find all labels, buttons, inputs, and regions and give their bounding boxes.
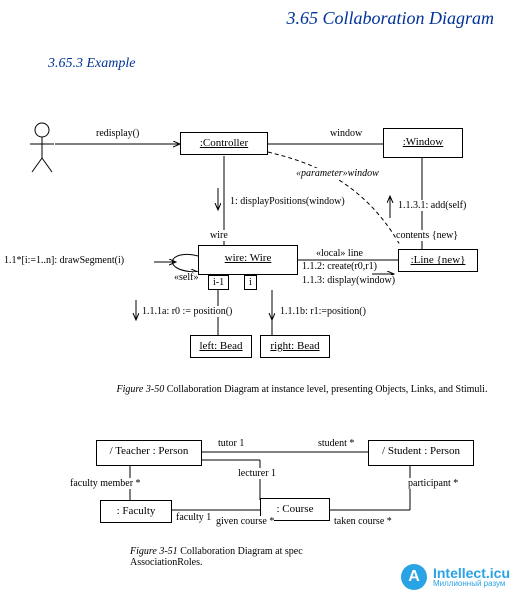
left-bead-label: left: Bead [199,340,242,352]
participant-label: participant * [408,478,458,489]
faculty-one-label: faculty 1 [176,512,211,523]
param-window-label: «parameter»window [296,168,379,179]
figure-2-number: Figure 3-51 [130,546,178,557]
student-mult-label: student * [318,438,354,449]
add-msg: 1.1.3.1: add(self) [398,200,466,211]
watermark: A Intellect.icu Миллионный разум [397,562,514,592]
student-role: / Student : Person [368,440,474,466]
figure-1-text: Collaboration Diagram at instance level,… [164,384,487,395]
redisplay-label: redisplay() [96,128,139,139]
local-line-label: «local» line [316,248,363,259]
controller-object: :Controller [180,132,268,155]
given-course-label: given course * [216,516,274,527]
figure-2-text-b: AssociationRoles. [130,557,203,568]
teacher-role: / Teacher : Person [96,440,202,466]
faculty-class: : Faculty [100,500,172,523]
figure-2-caption: Figure 3-51 Collaboration Diagram at spe… [130,546,390,568]
watermark-main: Intellect.icu [433,566,510,580]
faculty-member-label: faculty member * [70,478,141,489]
line-label: :Line {new} [411,254,466,266]
diagram-canvas [0,0,514,592]
figure-1-caption: Figure 3-50 Collaboration Diagram at ins… [112,384,492,395]
wire-assoc-label: wire [210,230,228,241]
figure-1-number: Figure 3-50 [117,384,165,395]
taken-course-label: taken course * [334,516,392,527]
r0-msg: 1.1.1a: r0 := position() [142,306,232,317]
qualifier-i: i [244,275,257,290]
right-bead-label: right: Bead [270,340,319,352]
draw-segment-msg: 1.1*[i:=1..n]: drawSegment(i) [4,255,124,266]
tutor-label: tutor 1 [218,438,244,449]
display-positions-msg: 1: displayPositions(window) [230,196,345,207]
r1-msg: 1.1.1b: r1:=position() [280,306,366,317]
controller-label: :Controller [200,137,248,149]
window-assoc-label: window [330,128,362,139]
page-title: 3.65 Collaboration Diagram [286,8,494,29]
display-msg: 1.1.3: display(window) [302,275,395,286]
window-object: :Window [383,128,463,158]
line-object: :Line {new} [398,249,478,272]
section-subtitle: 3.65.3 Example [48,56,135,72]
create-msg: 1.1.2: create(r0,r1) [302,261,377,272]
lecturer-label: lecturer 1 [238,468,276,479]
self-label: «self» [174,272,198,283]
right-bead-object: right: Bead [260,335,330,358]
qualifier-i-minus-1: i-1 [208,275,229,290]
wire-object: wire: Wire [198,245,298,275]
figure-2-text-a: Collaboration Diagram at spec [178,546,303,557]
watermark-sub: Миллионный разум [433,580,510,588]
left-bead-object: left: Bead [190,335,252,358]
wire-label: wire: Wire [225,252,272,264]
watermark-icon: A [401,564,427,590]
contents-new-label: contents {new} [396,230,458,241]
window-label: :Window [403,136,444,148]
